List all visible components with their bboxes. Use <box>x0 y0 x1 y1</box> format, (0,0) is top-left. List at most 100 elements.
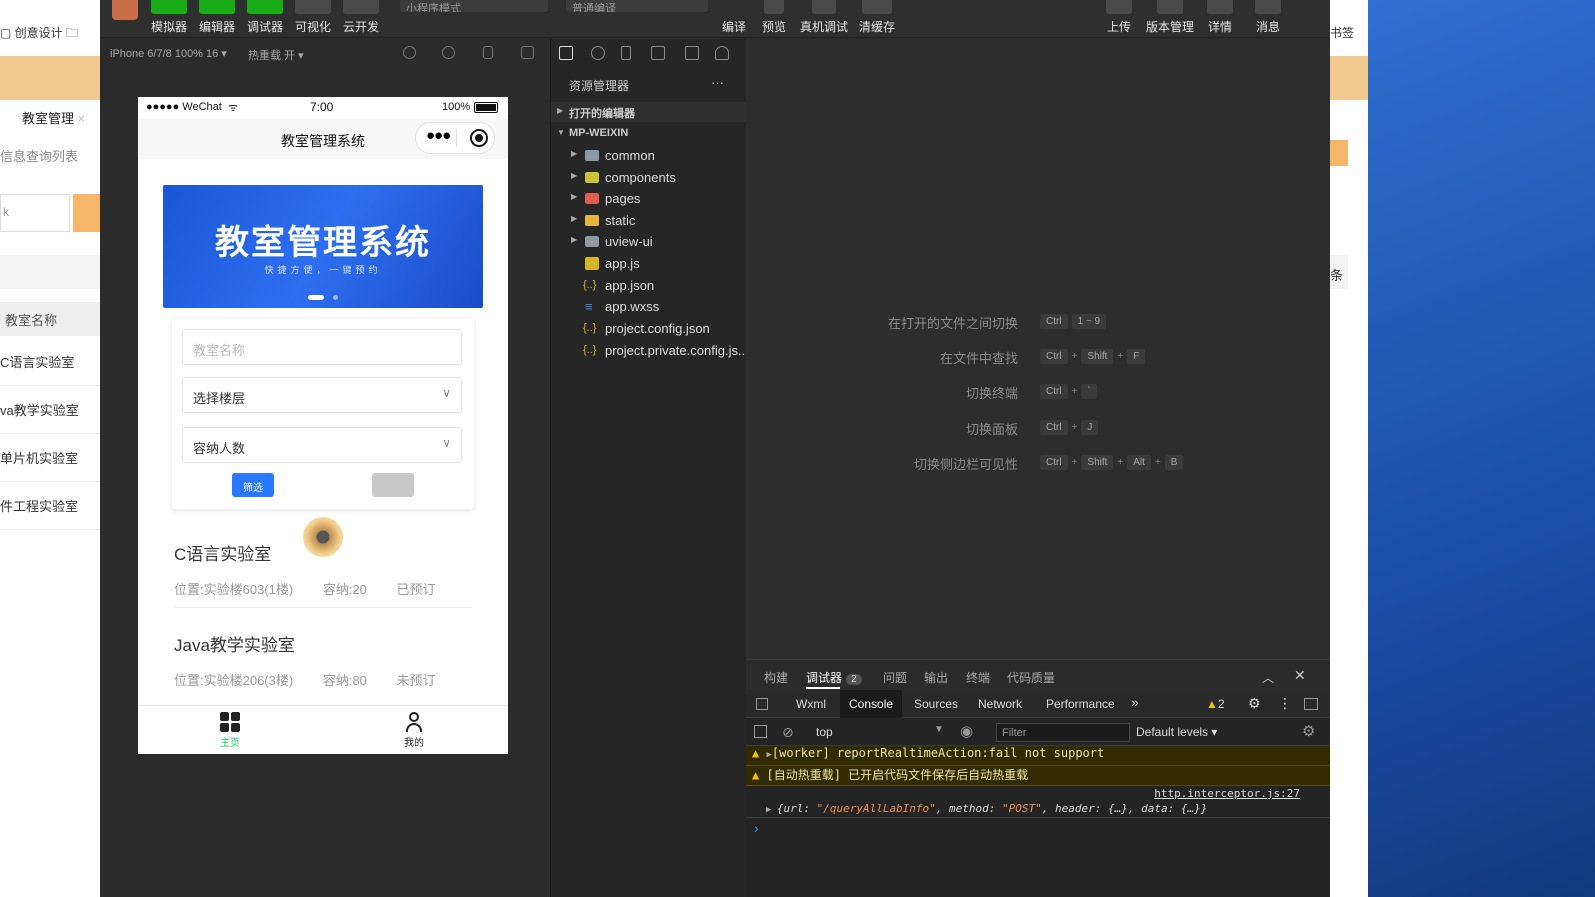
file-project-config[interactable]: {..} project.config.json <box>551 319 747 339</box>
kebab-icon[interactable]: ⋮ <box>1278 695 1292 712</box>
details-button[interactable]: 详情 <box>1200 0 1240 38</box>
dock-icon[interactable] <box>1304 698 1318 710</box>
more-tabs-icon[interactable]: » <box>1131 694 1139 710</box>
folder-pages[interactable]: ▶ pages <box>551 189 747 209</box>
version-button[interactable]: 版本管理 <box>1142 0 1198 38</box>
simulator-button[interactable]: 模拟器 <box>146 0 192 38</box>
clear-cache-button[interactable]: 清缓存 <box>854 0 900 38</box>
swiper-dot[interactable] <box>333 295 338 300</box>
close-target-icon[interactable] <box>470 129 488 147</box>
tab-terminal[interactable]: 终端 <box>966 669 990 686</box>
folder-static[interactable]: ▶ static <box>551 211 747 231</box>
preview-button[interactable]: 预览 <box>754 0 794 38</box>
table-row[interactable]: va教学实验室 <box>0 386 100 434</box>
tab-console[interactable]: Console <box>840 690 903 718</box>
inspect-icon[interactable] <box>756 698 768 710</box>
tab-network[interactable]: Network <box>978 697 1022 711</box>
search-input[interactable]: k <box>0 194 70 232</box>
warning-count[interactable]: ▲2 <box>1206 697 1225 711</box>
log-levels-select[interactable]: Default levels ▾ <box>1136 725 1217 739</box>
tab-sources[interactable]: Sources <box>914 697 958 711</box>
simulator-label: 模拟器 <box>150 20 187 34</box>
search-button[interactable] <box>73 194 103 232</box>
sidebar-toggle-icon[interactable] <box>754 725 767 738</box>
close-icon[interactable]: ✕ <box>1294 667 1306 684</box>
debugger-button[interactable]: 调试器 <box>242 0 288 38</box>
git-branch-icon[interactable] <box>621 46 631 60</box>
context-select[interactable]: top <box>816 725 833 739</box>
record-icon[interactable] <box>442 46 455 59</box>
classroom-item-title[interactable]: Java教学实验室 <box>174 631 295 656</box>
storage-icon[interactable] <box>685 46 699 60</box>
editor-button[interactable]: 编辑器 <box>194 0 240 38</box>
compile-button[interactable]: 编译 <box>714 0 754 38</box>
cloud-icon[interactable] <box>715 46 729 60</box>
compile-label: 编译 <box>721 20 746 34</box>
folder-common[interactable]: ▶ common <box>551 146 747 166</box>
phone-frame-icon[interactable] <box>483 46 493 59</box>
action-button[interactable] <box>1330 140 1348 166</box>
gear-icon[interactable]: ⚙ <box>1248 695 1261 712</box>
table-row[interactable]: 单片机实验室 <box>0 434 100 482</box>
tab-output[interactable]: 输出 <box>924 669 948 686</box>
cloud-dev-button[interactable]: 云开发 <box>338 0 384 38</box>
folder-uview-ui[interactable]: ▶ uview-ui <box>551 232 747 252</box>
filter-input[interactable]: Filter <box>996 723 1130 742</box>
table-row[interactable]: C语言实验室 <box>0 338 100 386</box>
table-row[interactable]: 件工程实验室 <box>0 482 100 530</box>
log-object[interactable]: ▶ {url: "/queryAllLabInfo", method: "POS… <box>766 802 1207 815</box>
file-app-js[interactable]: app.js <box>551 254 747 274</box>
messages-button[interactable]: 消息 <box>1248 0 1288 38</box>
files-icon[interactable] <box>559 46 573 60</box>
classroom-name-input[interactable]: 教室名称 <box>182 329 462 365</box>
floor-select[interactable]: 选择楼层 ∨ <box>182 377 462 413</box>
avatar[interactable] <box>112 0 138 20</box>
file-project-private-config[interactable]: {..} project.private.config.js... <box>551 341 749 361</box>
filter-button[interactable]: 筛选 <box>232 473 274 497</box>
device-select[interactable]: iPhone 6/7/8 100% 16 ▾ <box>110 47 227 60</box>
expand-icon[interactable]: ▶ <box>766 805 777 815</box>
tab-code-quality[interactable]: 代码质量 <box>1007 669 1055 686</box>
visual-button[interactable]: 可视化 <box>290 0 336 38</box>
chevron-up-icon[interactable]: ︿ <box>1262 669 1274 686</box>
eye-icon[interactable]: ◉ <box>960 722 973 740</box>
open-editors-section[interactable]: ▶ 打开的编辑器 <box>551 102 747 122</box>
search-icon[interactable] <box>591 46 605 60</box>
gear-icon[interactable]: ⚙ <box>1302 722 1315 740</box>
bookmark-folder[interactable]: 书签 <box>1330 24 1354 41</box>
more-icon[interactable]: ●●● <box>426 127 451 144</box>
file-app-json[interactable]: {..} app.json <box>551 276 747 296</box>
tab-classroom[interactable]: 教室管理 × <box>22 108 85 127</box>
compile-select[interactable]: 普通编译 <box>566 0 708 12</box>
chevron-right-icon: ▶ <box>571 149 578 158</box>
capacity-select[interactable]: 容纳人数 ∨ <box>182 427 462 463</box>
tab-debugger[interactable]: 调试器 2 <box>806 669 862 686</box>
tab-mine[interactable]: 我的 <box>394 712 434 749</box>
mode-select[interactable]: 小程序模式 <box>400 0 548 12</box>
tab-home[interactable]: 主页 <box>210 712 250 749</box>
hot-reload-toggle[interactable]: 热重载 开 ▾ <box>248 47 304 63</box>
project-section[interactable]: ▼ MP-WEIXIN <box>551 124 747 144</box>
clear-console-icon[interactable]: ⊘ <box>782 724 794 741</box>
swiper-dot-active[interactable] <box>308 295 324 300</box>
file-app-wxss[interactable]: ≡ app.wxss <box>551 297 747 317</box>
remote-debug-button[interactable]: 真机调试 <box>796 0 852 38</box>
reset-button[interactable] <box>372 473 414 497</box>
tab-problems[interactable]: 问题 <box>883 669 907 686</box>
log-source-link[interactable]: http.interceptor.js:27 <box>1154 787 1300 800</box>
tab-wxml[interactable]: Wxml <box>796 697 826 711</box>
tab-build[interactable]: 构建 <box>764 669 788 686</box>
rotate-icon[interactable] <box>403 46 416 59</box>
banner-swiper[interactable]: 教室管理系统 快捷方便，一键预约 <box>163 185 483 308</box>
upload-button[interactable]: 上传 <box>1096 0 1142 38</box>
chevron-right-icon: ▶ <box>571 171 578 180</box>
bookmark-item[interactable]: ▢ 创意设计 🗀 <box>0 24 78 45</box>
folder-components[interactable]: ▶ components <box>551 168 747 188</box>
tab-performance[interactable]: Performance <box>1046 697 1115 711</box>
close-icon[interactable]: × <box>78 111 86 126</box>
console-prompt[interactable]: › <box>754 820 759 836</box>
popout-icon[interactable] <box>521 46 534 59</box>
more-icon[interactable]: ··· <box>711 75 724 90</box>
extensions-icon[interactable] <box>651 46 665 60</box>
classroom-item-title[interactable]: C语言实验室 <box>174 540 271 565</box>
